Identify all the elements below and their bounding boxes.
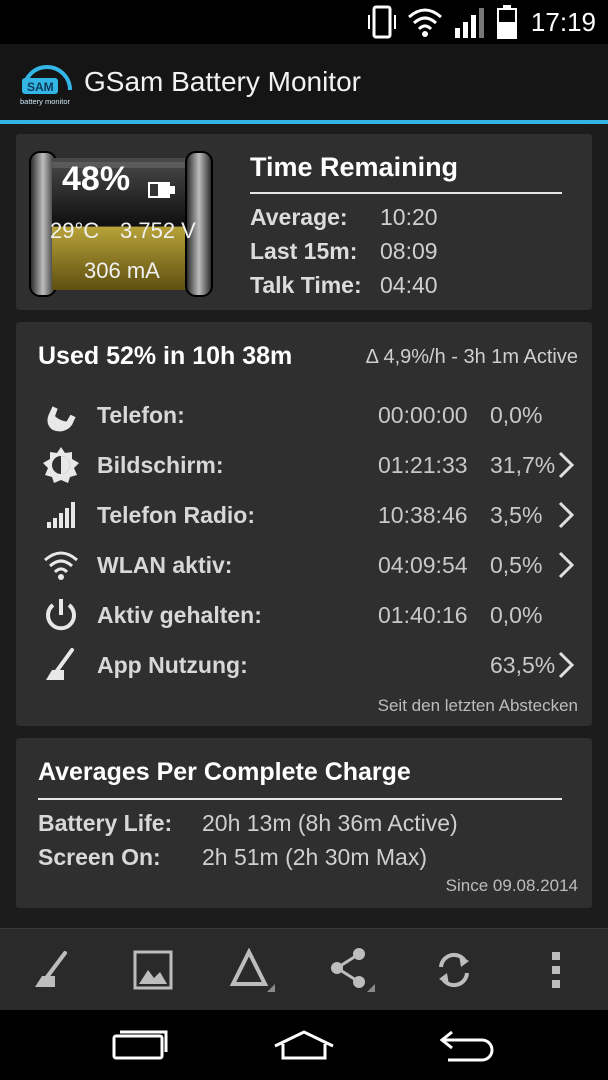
logo-subtext: battery monitor (20, 97, 71, 106)
back-icon (439, 1030, 494, 1062)
divider (250, 192, 562, 194)
usage-row-telefon[interactable]: Telefon: 00:00:00 0,0% (16, 390, 592, 440)
vibrate-icon (367, 5, 396, 39)
battery-icon (496, 5, 517, 39)
usage-row-aktiv-gehalten[interactable]: Aktiv gehalten: 01:40:16 0,0% (16, 590, 592, 640)
chevron-right-icon[interactable] (556, 450, 576, 480)
signal-bars-icon (47, 502, 75, 528)
usage-title: Used 52% in 10h 38m (38, 342, 293, 370)
recent-apps-button[interactable] (80, 1010, 200, 1080)
usage-row-bildschirm[interactable]: Bildschirm: 01:21:33 31,7% (16, 440, 592, 490)
app-usage-button[interactable] (2, 929, 102, 1011)
averages-battery-life: Battery Life: 20h 13m (8h 36m Active) (38, 810, 458, 837)
delta-icon (229, 948, 275, 992)
usage-time: 04:09:54 (378, 552, 468, 578)
gauge-needle-icon (46, 648, 74, 680)
refresh-button[interactable] (404, 929, 504, 1011)
averages-card: Averages Per Complete Charge Battery Lif… (16, 738, 592, 908)
time-remaining-last15m: Last 15m: 08:09 (250, 238, 438, 265)
overflow-menu-button[interactable] (506, 929, 606, 1011)
recent-apps-icon (112, 1030, 168, 1060)
chevron-right-icon[interactable] (556, 550, 576, 580)
usage-card: Used 52% in 10h 38m Δ 4,9%/h - 3h 1m Act… (16, 322, 592, 726)
usage-time: 10:38:46 (378, 502, 468, 528)
bottom-toolbar (0, 928, 608, 1011)
usage-label: Bildschirm: (97, 452, 224, 478)
usage-percent: 0,0% (490, 602, 543, 628)
time-remaining-title: Time Remaining (250, 152, 459, 182)
battery-current: 306 mA (84, 258, 160, 283)
home-icon (274, 1030, 334, 1060)
usage-label: Aktiv gehalten: (97, 602, 262, 628)
usage-row-wlan[interactable]: WLAN aktiv: 04:09:54 0,5% (16, 540, 592, 590)
usage-row-app-nutzung[interactable]: App Nutzung: 63,5% (16, 640, 592, 690)
battery-voltage: 3.752 V (120, 218, 196, 243)
usage-label: Telefon: (97, 402, 185, 428)
usage-row-telefon-radio[interactable]: Telefon Radio: 10:38:46 3,5% (16, 490, 592, 540)
row-value: 04:40 (380, 272, 438, 298)
gauge-needle-icon (35, 951, 67, 987)
divider (38, 798, 562, 800)
time-remaining-average: Average: 10:20 (250, 204, 438, 231)
usage-percent: 0,5% (490, 552, 543, 578)
app-logo: SAM battery monitor (20, 65, 72, 106)
status-icons: 17:19 (367, 0, 596, 44)
row-label: Talk Time: (250, 272, 362, 298)
status-time: 17:19 (530, 6, 596, 37)
app-title: GSam Battery Monitor (84, 66, 361, 97)
chevron-right-icon[interactable] (556, 650, 576, 680)
usage-percent: 0,0% (490, 402, 543, 428)
chevron-right-icon[interactable] (556, 500, 576, 530)
averages-footnote: Since 09.08.2014 (445, 876, 578, 895)
usage-percent: 63,5% (490, 652, 556, 678)
power-icon (46, 599, 76, 631)
wifi-icon (407, 8, 442, 37)
battery-status-card[interactable]: 48% 29°C 3.752 V 306 mA Time Remaining A… (16, 134, 592, 310)
back-button[interactable] (408, 1010, 528, 1080)
signal-icon (454, 8, 484, 38)
usage-label: WLAN aktiv: (97, 552, 233, 578)
share-icon (331, 948, 375, 992)
home-button[interactable] (244, 1010, 364, 1080)
app-bar: SAM battery monitor GSam Battery Monitor (0, 44, 608, 124)
share-button[interactable] (304, 929, 404, 1011)
phone-icon (47, 406, 76, 432)
usage-label: Telefon Radio: (97, 502, 256, 528)
usage-percent: 31,7% (490, 452, 556, 478)
row-value: 08:09 (380, 238, 438, 264)
wifi-icon (44, 551, 78, 580)
row-label: Screen On: (38, 844, 161, 870)
refresh-icon (439, 952, 469, 988)
row-label: Last 15m: (250, 238, 358, 264)
usage-label: App Nutzung: (97, 652, 248, 678)
usage-footnote: Seit den letzten Abstecken (377, 696, 578, 715)
usage-time: 00:00:00 (378, 402, 468, 428)
usage-percent: 3,5% (490, 502, 543, 528)
logo-text: SAM (27, 80, 54, 94)
system-nav-bar (0, 1010, 608, 1080)
usage-rate: Δ 4,9%/h - 3h 1m Active (365, 346, 578, 368)
delta-menu-button[interactable] (204, 929, 304, 1011)
usage-time: 01:40:16 (378, 602, 468, 628)
graph-view-button[interactable] (103, 929, 203, 1011)
brightness-icon (43, 447, 79, 483)
averages-screen-on: Screen On: 2h 51m (2h 30m Max) (38, 844, 427, 871)
row-value: 20h 13m (8h 36m Active) (202, 810, 458, 836)
usage-time: 01:21:33 (378, 452, 468, 478)
averages-title: Averages Per Complete Charge (38, 758, 411, 786)
row-value: 10:20 (380, 204, 438, 230)
overflow-menu-icon (552, 952, 560, 988)
battery-percent: 48% (62, 160, 131, 198)
row-label: Average: (250, 204, 348, 230)
row-label: Battery Life: (38, 810, 173, 836)
row-value: 2h 51m (2h 30m Max) (202, 844, 427, 870)
status-bar: 17:19 (0, 0, 608, 44)
battery-temperature: 29°C (50, 218, 100, 243)
time-remaining-talk-time: Talk Time: 04:40 (250, 272, 438, 299)
image-icon (133, 950, 173, 990)
